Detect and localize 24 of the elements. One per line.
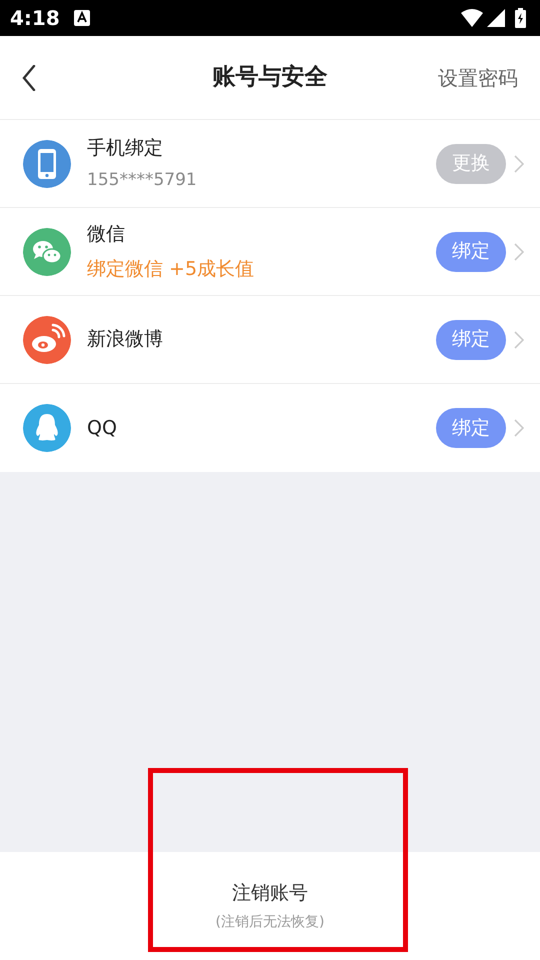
wifi-icon <box>461 9 483 27</box>
account-name: 微信 <box>87 222 126 247</box>
battery-icon <box>515 8 526 28</box>
notification-icon <box>74 10 90 26</box>
reward-text: 绑定微信 +5成长值 <box>87 256 254 282</box>
chevron-icon[interactable] <box>514 419 524 437</box>
bind-button[interactable]: 绑定 <box>436 232 506 272</box>
phone-number: 155****5791 <box>87 169 197 192</box>
change-button[interactable]: 更换 <box>436 144 506 184</box>
deactivate-note: (注销后无法恢复) <box>216 912 324 932</box>
back-icon[interactable] <box>22 64 36 90</box>
set-password-link[interactable]: 设置密码 <box>438 62 518 92</box>
account-name: 新浪微博 <box>87 327 163 352</box>
chevron-icon[interactable] <box>514 154 524 172</box>
chevron-icon[interactable] <box>514 330 524 348</box>
chevron-icon[interactable] <box>514 242 524 260</box>
status-time: 4:18 <box>10 5 60 32</box>
signal-icon <box>487 9 505 27</box>
page-title: 账号与安全 <box>212 64 328 90</box>
bind-button[interactable]: 绑定 <box>436 408 506 448</box>
account-name: QQ <box>87 416 117 441</box>
account-name: 手机绑定 <box>87 136 164 160</box>
bind-button[interactable]: 绑定 <box>436 320 506 360</box>
deactivate-account-link[interactable]: 注销账号 <box>232 879 308 908</box>
